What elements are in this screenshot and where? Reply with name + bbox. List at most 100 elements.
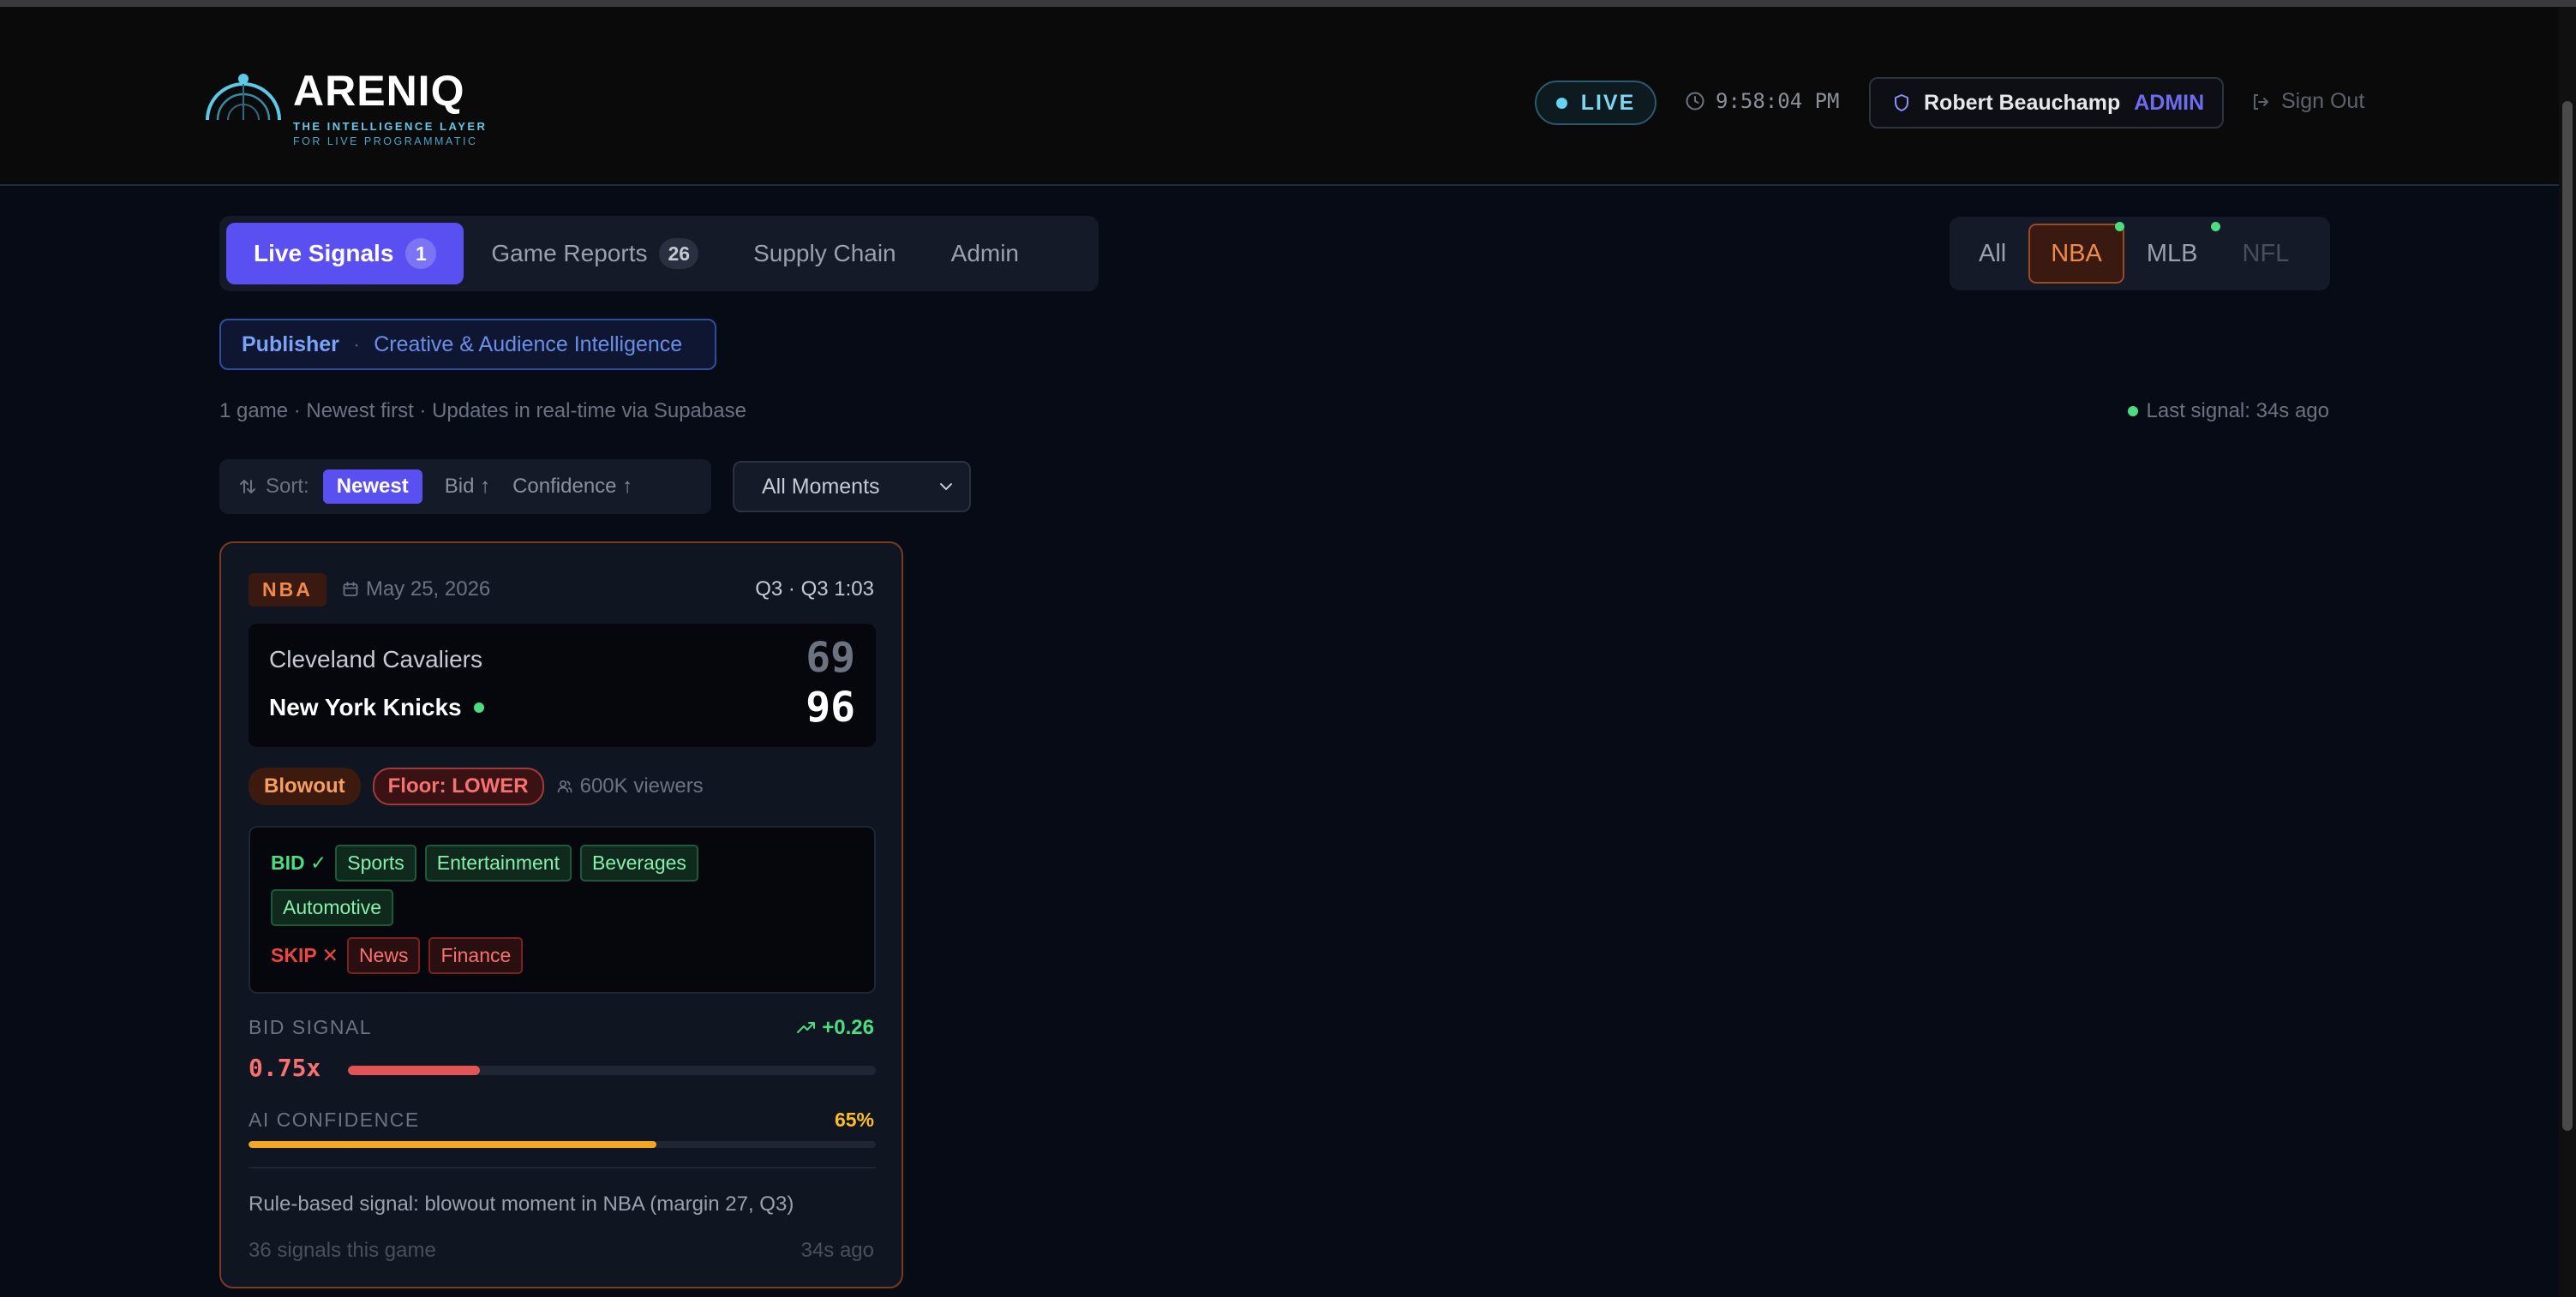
brand-tagline-2: FOR LIVE PROGRAMMATIC: [293, 135, 478, 147]
away-team: Cleveland Cavaliers: [269, 646, 482, 673]
bid-signal-label: BID SIGNAL: [249, 1016, 373, 1038]
skip-category-chip: Finance: [428, 937, 524, 974]
clock-icon: [1686, 92, 1704, 111]
tab-label: Supply Chain: [753, 240, 896, 266]
sort-label: Sort:: [266, 475, 309, 498]
league-tab-nfl[interactable]: NFL: [2220, 224, 2312, 284]
brand-name: ARENIQ: [293, 67, 465, 115]
sort-bar: Sort: Newest Bid ↑ Confidence ↑: [219, 459, 711, 514]
home-score: 96: [806, 684, 855, 732]
tab-count-badge: 1: [405, 238, 437, 269]
brand-tagline-1: THE INTELLIGENCE LAYER: [293, 120, 488, 133]
sign-out-icon: [2254, 93, 2268, 110]
league-badge: NBA: [249, 572, 326, 607]
confidence-bar-fill: [249, 1141, 656, 1148]
calendar-icon: [343, 582, 358, 596]
bid-signal-bar: [348, 1066, 876, 1075]
users-icon: [557, 780, 572, 793]
skip-label: SKIP ✕: [271, 944, 338, 966]
radar-arc-icon: [206, 74, 281, 121]
card-header: NBA May 25, 2026 Q3 · Q3 1:03: [249, 572, 874, 607]
sort-arrows-icon: [240, 480, 255, 493]
signal-card[interactable]: NBA May 25, 2026 Q3 · Q3 1:03 Cleveland …: [219, 541, 903, 1288]
signal-note: Rule-based signal: blowout moment in NBA…: [249, 1192, 794, 1216]
away-team-name: Cleveland Cavaliers: [269, 646, 483, 672]
sort-option-newest[interactable]: Newest: [322, 469, 422, 504]
role-chip[interactable]: Publisher · Creative & Audience Intellig…: [219, 319, 716, 370]
bid-category-chip: Beverages: [579, 845, 698, 882]
league-live-dot-icon: [2114, 222, 2124, 231]
league-tab-label: All: [1979, 239, 2007, 267]
user-menu[interactable]: Robert Beauchamp ADMIN: [1869, 77, 2224, 129]
bid-label: BID ✓: [271, 852, 327, 874]
user-name: Robert Beauchamp: [1924, 90, 2121, 115]
main-tabs: Live Signals 1 Game Reports 26 Supply Ch…: [219, 216, 1099, 291]
leading-dot-icon: [473, 702, 484, 713]
bid-signal-bar-fill: [348, 1066, 480, 1075]
game-date: May 25, 2026: [342, 577, 490, 601]
brand-logo[interactable]: ARENIQ THE INTELLIGENCE LAYER FOR LIVE P…: [202, 69, 487, 147]
home-team: New York Knicks: [269, 694, 484, 721]
confidence-label: AI CONFIDENCE: [249, 1109, 420, 1131]
user-role-badge: ADMIN: [2134, 90, 2205, 115]
last-signal-indicator: Last signal: 34s ago: [2127, 399, 2329, 423]
tab-count-badge: 26: [659, 238, 699, 269]
sort-option-bid[interactable]: Bid ↑: [445, 475, 490, 499]
bid-skip-box: BID ✓ Sports Entertainment Beverages Aut…: [249, 826, 876, 994]
moments-select-value: All Moments: [762, 474, 880, 499]
league-filter: All NBA MLB NFL: [1950, 217, 2330, 290]
league-tab-label: MLB: [2146, 239, 2198, 267]
chevron-down-icon: [940, 483, 952, 490]
scoreboard: Cleveland Cavaliers 69 New York Knicks 9…: [249, 624, 876, 747]
bid-delta-text: +0.26: [822, 1016, 874, 1039]
bid-signal-delta: +0.26: [796, 1016, 874, 1040]
role-separator: ·: [352, 332, 361, 356]
bid-row-2: Automotive: [271, 889, 402, 926]
league-tab-nba[interactable]: NBA: [2028, 222, 2124, 284]
last-signal-text: Last signal: 34s ago: [2146, 399, 2329, 422]
trending-up-icon: [797, 1022, 816, 1033]
app-header: ARENIQ THE INTELLIGENCE LAYER FOR LIVE P…: [0, 7, 2576, 186]
tab-label: Admin: [950, 240, 1020, 266]
live-status-badge: LIVE: [1535, 81, 1656, 125]
clock: 9:58:04 PM: [1685, 89, 1840, 113]
tab-label: Live Signals: [254, 240, 394, 266]
shield-icon: [1895, 94, 1908, 111]
moments-select[interactable]: All Moments: [733, 461, 971, 512]
card-divider: [249, 1167, 876, 1168]
status-dot-icon: [2127, 406, 2138, 416]
signals-count: 36 signals this game: [249, 1239, 436, 1262]
skip-row: SKIP ✕ News Finance: [271, 937, 531, 974]
game-period: Q3 · Q3 1:03: [755, 577, 874, 601]
live-dot-icon: [1555, 97, 1567, 109]
tab-admin[interactable]: Admin: [924, 223, 1046, 284]
tab-game-reports[interactable]: Game Reports 26: [464, 223, 726, 284]
clock-time: 9:58:04 PM: [1716, 89, 1840, 113]
tab-label: Game Reports: [491, 240, 648, 266]
confidence-value: 65%: [834, 1109, 874, 1131]
bid-category-chip: Sports: [335, 845, 416, 882]
bid-category-chip: Entertainment: [424, 845, 572, 882]
moment-tag: Blowout: [249, 768, 361, 805]
game-date-text: May 25, 2026: [365, 577, 491, 601]
bid-signal-value: 0.75x: [249, 1054, 321, 1082]
away-score: 69: [806, 634, 855, 682]
viewer-count: 600K viewers: [556, 774, 704, 798]
signal-age: 34s ago: [800, 1239, 874, 1262]
tab-live-signals[interactable]: Live Signals 1: [226, 223, 464, 284]
league-tab-label: NFL: [2242, 239, 2290, 267]
league-tab-mlb[interactable]: MLB: [2124, 222, 2220, 284]
role-primary: Publisher: [242, 332, 339, 356]
league-live-dot-icon: [2210, 222, 2220, 231]
league-tab-label: NBA: [2051, 239, 2102, 267]
sort-option-confidence[interactable]: Confidence ↑: [512, 475, 632, 499]
feed-meta-text: 1 game · Newest first · Updates in real-…: [219, 399, 746, 422]
bid-row-1: BID ✓ Sports Entertainment Beverages: [271, 845, 707, 882]
role-secondary: Creative & Audience Intelligence: [374, 332, 683, 356]
home-team-name: New York Knicks: [269, 694, 462, 720]
confidence-bar: [249, 1141, 876, 1148]
league-tab-all[interactable]: All: [1956, 224, 2028, 284]
sign-out-button[interactable]: Sign Out: [2250, 89, 2364, 114]
tab-supply-chain[interactable]: Supply Chain: [726, 223, 924, 284]
scrollbar-thumb[interactable]: [2562, 101, 2573, 1131]
